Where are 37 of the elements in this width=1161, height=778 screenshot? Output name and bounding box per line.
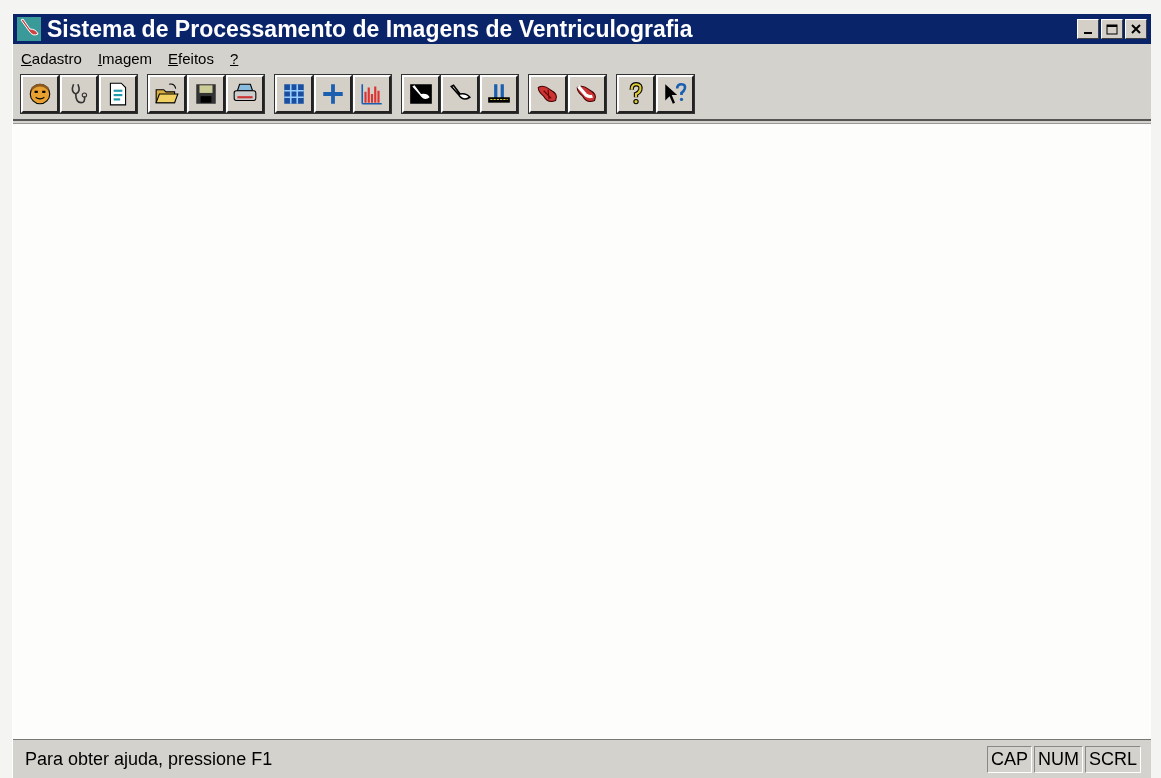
maximize-icon	[1106, 23, 1118, 35]
histogram-icon	[359, 81, 385, 107]
ventricle-icon	[408, 81, 434, 107]
face-icon	[27, 81, 53, 107]
key-indicator: CAP	[986, 745, 1032, 773]
menu-item[interactable]: ?	[229, 50, 239, 67]
grid-icon	[281, 81, 307, 107]
toolbar-button[interactable]	[314, 75, 352, 113]
maximize-button[interactable]	[1101, 19, 1123, 39]
toolbar-button[interactable]	[353, 75, 391, 113]
toolbar-button[interactable]	[656, 75, 694, 113]
toolbar-button[interactable]	[568, 75, 606, 113]
status-message: Para obter ajuda, pressione F1	[25, 748, 274, 770]
toolbar-button[interactable]	[480, 75, 518, 113]
toolbar-button[interactable]	[60, 75, 98, 113]
toolbar-button[interactable]	[617, 75, 655, 113]
minimize-icon	[1084, 32, 1092, 34]
toolbar-button[interactable]	[402, 75, 440, 113]
toolbar-button[interactable]	[99, 75, 137, 113]
menu-item[interactable]: Efeitos	[168, 50, 214, 67]
window-title: Sistema de Processamento de Imagens de Ventriculografia	[47, 15, 694, 43]
close-icon	[1131, 24, 1141, 34]
close-button[interactable]	[1125, 19, 1147, 39]
ventricle-app-icon	[17, 17, 41, 41]
menu-item[interactable]: Imagem	[97, 50, 153, 67]
minimize-button[interactable]	[1077, 19, 1099, 39]
toolbar-button[interactable]	[187, 75, 225, 113]
toolbar-button[interactable]	[529, 75, 567, 113]
toolbar-button[interactable]	[275, 75, 313, 113]
toolbar-button[interactable]	[148, 75, 186, 113]
key-indicator: NUM	[1034, 745, 1083, 773]
toolbar-button[interactable]	[21, 75, 59, 113]
menu-item[interactable]: Cadastro	[21, 50, 82, 67]
key-indicator: SCRL	[1085, 745, 1141, 773]
toolbar-button[interactable]	[226, 75, 264, 113]
toolbar-button[interactable]	[441, 75, 479, 113]
plus-icon	[320, 81, 346, 107]
